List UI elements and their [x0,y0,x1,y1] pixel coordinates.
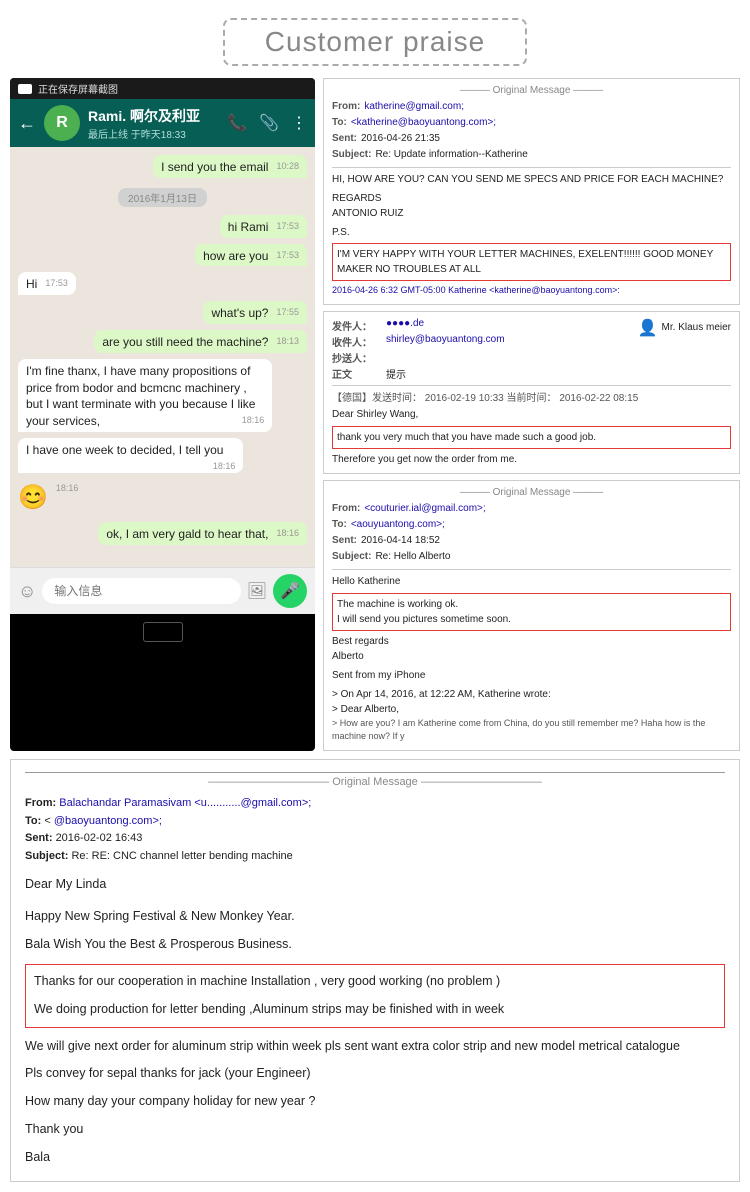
back-button[interactable]: ← [18,113,36,134]
email1-divider: ——— Original Message ——— [332,85,731,96]
mic-button[interactable]: 🎤 [273,574,307,608]
wa-status-bar: 正在保存屏幕截图 [10,78,315,99]
message-8: I'm fine thanx, I have many propositions… [18,359,272,432]
email1-from-row: From: katherine@gmail.com; [332,99,731,114]
bottom-to-row: To: < @baoyuantong.com>; [25,813,725,830]
wa-nav-bar [10,614,315,650]
email3-divider: ——— Original Message ——— [332,487,731,498]
header-section: Customer praise [0,0,750,78]
message-4: how are you 17:53 [195,244,307,267]
chat-area: I send you the email 10:28 2016年1月13日 hi… [10,147,315,567]
email-panel-3: ——— Original Message ——— From: <couturie… [323,480,740,751]
camera-icon [18,84,32,94]
email-panel-2: 发件人： ●●●●.de 收件人： shirley@baoyuantong.co… [323,311,740,474]
email1-highlight: I'M VERY HAPPY WITH YOUR LETTER MACHINES… [332,243,731,281]
wa-status-text: 正在保存屏幕截图 [38,81,118,96]
image-icon[interactable]: 🖼 [247,581,267,601]
avatar: R [44,105,80,141]
email1-to-row: To: <katherine@baoyuantong.com>; [332,115,731,130]
message-input[interactable] [42,578,240,604]
date-divider: 2016年1月13日 [118,188,207,207]
message-last: ok, I am very gald to hear that, 18:16 [98,522,307,545]
email2-date: 【德国】发送时间： 2016-02-19 10:33 当前时间： 2016-02… [332,389,731,404]
emoji-icon[interactable]: ☺ [18,581,36,602]
attach-icon[interactable]: 📎 [259,113,279,133]
bottom-sent-row: Sent: 2016-02-02 16:43 [25,830,725,847]
email3-header: ——— Original Message ——— From: <couturie… [332,487,731,570]
email1-body: HI, HOW ARE YOU? CAN YOU SEND ME SPECS A… [332,172,731,298]
email-panel-1: ——— Original Message ——— From: katherine… [323,78,740,305]
email2-highlight: thank you very much that you have made s… [332,426,731,449]
contact-status: 最后上线 于昨天18:33 [88,126,219,141]
bottom-email-divider: ——————————— Original Message ——————————— [25,772,725,792]
bottom-email-highlight: Thanks for our cooperation in machine In… [25,964,725,1028]
email-panels: ——— Original Message ——— From: katherine… [323,78,740,751]
message-emoji: 😊 18:16 [18,479,78,517]
message-3: hi Rami 17:53 [220,215,307,238]
more-icon[interactable]: ⋮ [291,113,307,133]
phone-icon[interactable]: 📞 [227,113,247,133]
wa-header: ← R Rami. 啊尔及利亚 最后上线 于昨天18:33 📞 📎 ⋮ [10,99,315,147]
wa-action-icons: 📞 📎 ⋮ [227,113,307,133]
contact-info: Rami. 啊尔及利亚 最后上线 于昨天18:33 [88,106,219,141]
message-5: Hi 17:53 [18,272,76,295]
bottom-subject-row: Subject: Re: RE: CNC channel letter bend… [25,848,725,865]
whatsapp-panel: 正在保存屏幕截图 ← R Rami. 啊尔及利亚 最后上线 于昨天18:33 📞… [10,78,315,751]
email1-header: ——— Original Message ——— From: katherine… [332,85,731,168]
bottom-email-body: Dear My Linda Happy New Spring Festival … [25,874,725,1169]
bottom-email-section: ——————————— Original Message ———————————… [10,759,740,1182]
bottom-from-row: From: Balachandar Paramasivam <u........… [25,795,725,812]
email2-header: 发件人： ●●●●.de 收件人： shirley@baoyuantong.co… [332,318,731,386]
email3-highlight: The machine is working ok. I will send y… [332,593,731,631]
wa-input-bar: ☺ 🖼 🎤 [10,567,315,614]
message-1: I send you the email 10:28 [153,155,307,178]
person-icon: 👤 [638,318,658,338]
message-7: are you still need the machine? 18:13 [94,330,307,353]
email1-sent-row: Sent: 2016-04-26 21:35 [332,131,731,146]
message-6: what's up? 17:55 [203,301,307,324]
email1-subject-row: Subject: Re: Update information--Katheri… [332,147,731,162]
page-title: Customer praise [223,18,527,66]
top-content: 正在保存屏幕截图 ← R Rami. 啊尔及利亚 最后上线 于昨天18:33 📞… [0,78,750,751]
email3-body: Hello Katherine The machine is working o… [332,574,731,744]
contact-name: Rami. 啊尔及利亚 [88,106,219,126]
message-9: I have one week to decided, I tell you 1… [18,438,243,473]
email2-body: Dear Shirley Wang, thank you very much t… [332,407,731,467]
nav-back-btn[interactable] [143,622,183,642]
